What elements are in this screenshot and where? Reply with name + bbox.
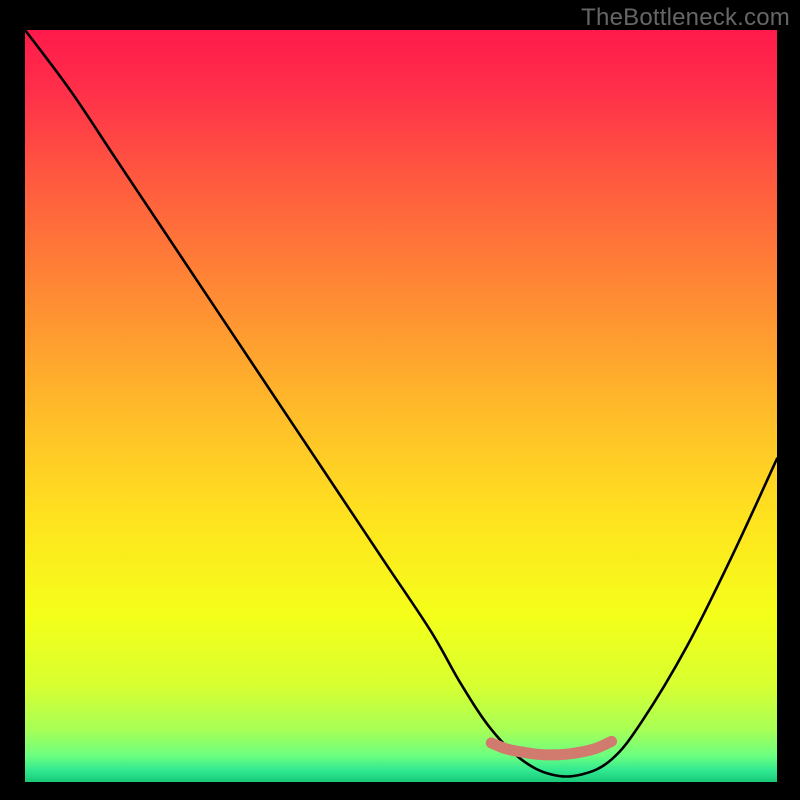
chart-frame: TheBottleneck.com [0,0,800,800]
gradient-background [25,30,777,782]
plot-area [25,30,777,782]
bottleneck-chart [25,30,777,782]
watermark-label: TheBottleneck.com [581,4,790,32]
